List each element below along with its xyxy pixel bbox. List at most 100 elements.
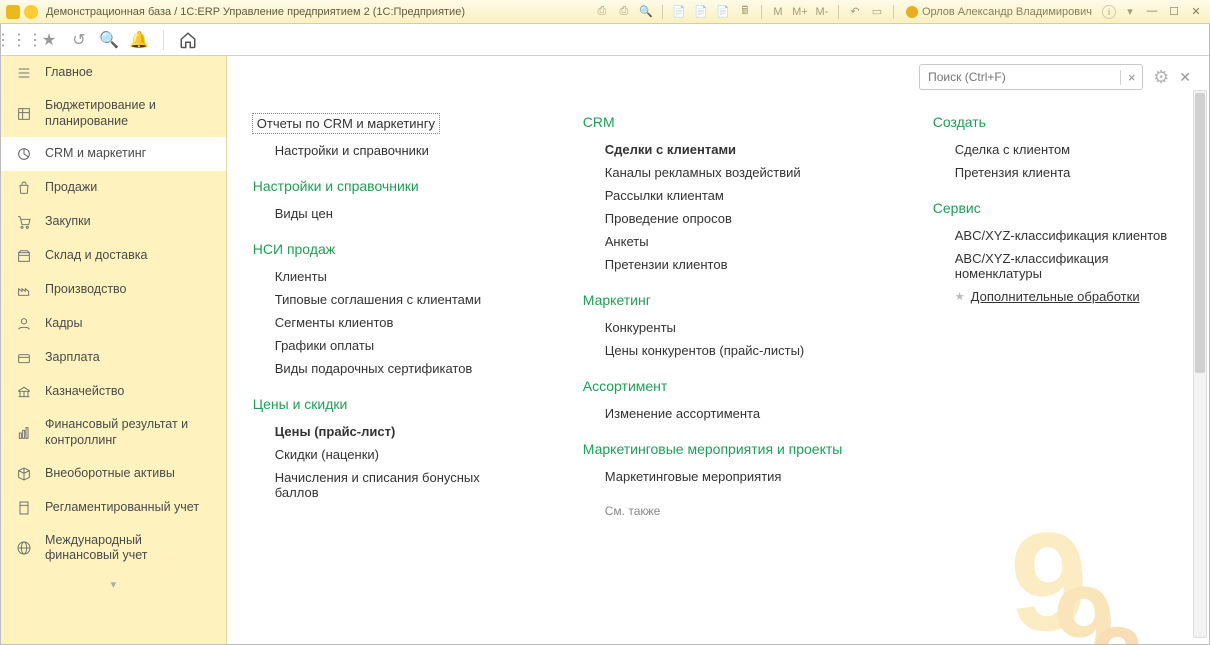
sidebar-item-label: Производство (45, 282, 212, 298)
sidebar-item-label: Зарплата (45, 350, 212, 366)
apps-icon[interactable]: ⋮⋮⋮ (9, 30, 29, 50)
menu-link[interactable]: ABC/XYZ-классификация номенклатуры (933, 247, 1193, 285)
zoom-icon[interactable]: 🔍 (638, 4, 654, 20)
sidebar-item-12[interactable]: Регламентированный учет (1, 491, 226, 525)
star-icon: ★ (955, 290, 965, 303)
gear-icon[interactable]: ⚙ (1153, 67, 1169, 88)
menu-link[interactable]: Сегменты клиентов (253, 311, 523, 334)
see-also-label: См. также (605, 504, 873, 518)
menu-link[interactable]: Проведение опросов (583, 207, 873, 230)
column-1: Отчеты по CRM и маркетингу Настройки и сп… (253, 114, 523, 624)
search-tb-icon[interactable]: 🔍 (99, 30, 119, 50)
menu-link[interactable]: Настройки и справочники (253, 139, 523, 162)
menu-link[interactable]: Рассылки клиентам (583, 184, 873, 207)
history-icon[interactable]: ↺ (69, 30, 89, 50)
sidebar: Главное Бюджетирование и планирование CRM … (1, 56, 227, 644)
dropdown-icon[interactable]: ▾ (1122, 4, 1138, 20)
sidebar-item-label: Бюджетирование и планирование (45, 98, 212, 129)
vertical-scrollbar[interactable] (1193, 90, 1207, 638)
menu-link[interactable]: Изменение ассортимента (583, 402, 873, 425)
home-icon[interactable] (178, 30, 198, 50)
info-icon[interactable]: i (1102, 5, 1116, 19)
menu-link[interactable]: Цены (прайс-лист) (253, 420, 523, 443)
sidebar-item-1[interactable]: Бюджетирование и планирование (1, 90, 226, 137)
calc-icon[interactable]: 🖩 (737, 4, 753, 20)
section-title: CRM (583, 114, 873, 130)
menu-link[interactable]: Анкеты (583, 230, 873, 253)
menu-link[interactable]: Конкуренты (583, 316, 873, 339)
section-title: Настройки и справочники (253, 178, 523, 194)
menu-link[interactable]: Скидки (наценки) (253, 443, 523, 466)
menu-link[interactable]: Типовые соглашения с клиентами (253, 288, 523, 311)
window-close-icon[interactable]: ✕ (1188, 5, 1204, 18)
star-icon[interactable]: ★ (39, 30, 59, 50)
section-title: Маркетинг (583, 292, 873, 308)
back-icon[interactable]: ↶ (847, 4, 863, 20)
menu-link[interactable]: Графики оплаты (253, 334, 523, 357)
section-title: НСИ продаж (253, 241, 523, 257)
doc1-icon[interactable]: 📄 (671, 4, 687, 20)
sidebar-item-13[interactable]: Международный финансовый учет (1, 525, 226, 572)
sidebar-item-9[interactable]: Казначейство (1, 375, 226, 409)
menu-link[interactable]: Претензии клиентов (583, 253, 873, 276)
sidebar-item-2[interactable]: CRM и маркетинг (1, 137, 226, 171)
window-maximize-icon[interactable]: ☐ (1166, 5, 1182, 18)
search-box[interactable]: × (919, 64, 1143, 90)
column-3: СоздатьСделка с клиентомПретензия клиент… (933, 114, 1193, 624)
factory-icon (15, 281, 33, 299)
menu-link[interactable]: Маркетинговые мероприятия (583, 465, 873, 488)
mminus-icon[interactable]: M- (814, 4, 830, 20)
toolbar: ⋮⋮⋮ ★ ↺ 🔍 🔔 (1, 24, 1209, 56)
sidebar-item-10[interactable]: Финансовый результат и контроллинг (1, 409, 226, 456)
sidebar-item-7[interactable]: Кадры (1, 307, 226, 341)
mplus-icon[interactable]: M+ (792, 4, 808, 20)
sidebar-item-0[interactable]: Главное (1, 56, 226, 90)
search-input[interactable] (920, 70, 1120, 84)
menu-link[interactable]: Каналы рекламных воздействий (583, 161, 873, 184)
sidebar-item-label: Регламентированный учет (45, 500, 212, 516)
sidebar-item-label: Международный финансовый учет (45, 533, 212, 564)
menu-link[interactable]: Начисления и списания бонусных баллов (253, 466, 523, 504)
titlebar: Демонстрационная база / 1С:ERP Управлени… (0, 0, 1210, 24)
sidebar-item-11[interactable]: Внеоборотные активы (1, 457, 226, 491)
section-title: Цены и скидки (253, 396, 523, 412)
bell-icon[interactable]: 🔔 (129, 30, 149, 50)
menu-link[interactable]: Виды подарочных сертификатов (253, 357, 523, 380)
sidebar-item-4[interactable]: Закупки (1, 205, 226, 239)
menu-link[interactable]: ABC/XYZ-классификация клиентов (933, 224, 1193, 247)
sidebar-item-6[interactable]: Производство (1, 273, 226, 307)
plan-icon (15, 105, 33, 123)
scrollbar-thumb[interactable] (1195, 93, 1205, 373)
m-icon[interactable]: M (770, 4, 786, 20)
search-clear-icon[interactable]: × (1120, 70, 1142, 85)
globe-icon (15, 539, 33, 557)
menu-link[interactable]: Сделки с клиентами (583, 138, 873, 161)
doc2-icon[interactable]: 📄 (693, 4, 709, 20)
sidebar-item-8[interactable]: Зарплата (1, 341, 226, 375)
menu-link[interactable]: Отчеты по CRM и маркетингу (253, 114, 439, 133)
menu-link[interactable]: Цены конкурентов (прайс-листы) (583, 339, 873, 362)
menu-link[interactable]: Сделка с клиентом (933, 138, 1193, 161)
panel-close-icon[interactable]: ✕ (1179, 69, 1191, 86)
sidebar-item-label: Продажи (45, 180, 212, 196)
bag-icon (15, 179, 33, 197)
window-minimize-icon[interactable]: — (1144, 5, 1160, 18)
book-icon[interactable]: ▭ (869, 4, 885, 20)
sidebar-item-5[interactable]: Склад и доставка (1, 239, 226, 273)
print-icon[interactable]: ⎙ (594, 4, 610, 20)
sidebar-item-label: Финансовый результат и контроллинг (45, 417, 212, 448)
menu-link[interactable]: Клиенты (253, 265, 523, 288)
menu-icon (15, 64, 33, 82)
menu-link[interactable]: Виды цен (253, 202, 523, 225)
bars-icon (15, 424, 33, 442)
doc3-icon[interactable]: 📄 (715, 4, 731, 20)
cube-icon (15, 465, 33, 483)
calc-icon (15, 499, 33, 517)
window-title: Демонстрационная база / 1С:ERP Управлени… (46, 6, 465, 18)
menu-link[interactable]: Дополнительные обработки (971, 285, 1140, 308)
menu-link[interactable]: Претензия клиента (933, 161, 1193, 184)
sidebar-item-3[interactable]: Продажи (1, 171, 226, 205)
user-label[interactable]: Орлов Александр Владимирович (902, 6, 1096, 18)
sidebar-expand-icon[interactable]: ▾ (1, 572, 226, 597)
print2-icon[interactable]: ⎙ (616, 4, 632, 20)
